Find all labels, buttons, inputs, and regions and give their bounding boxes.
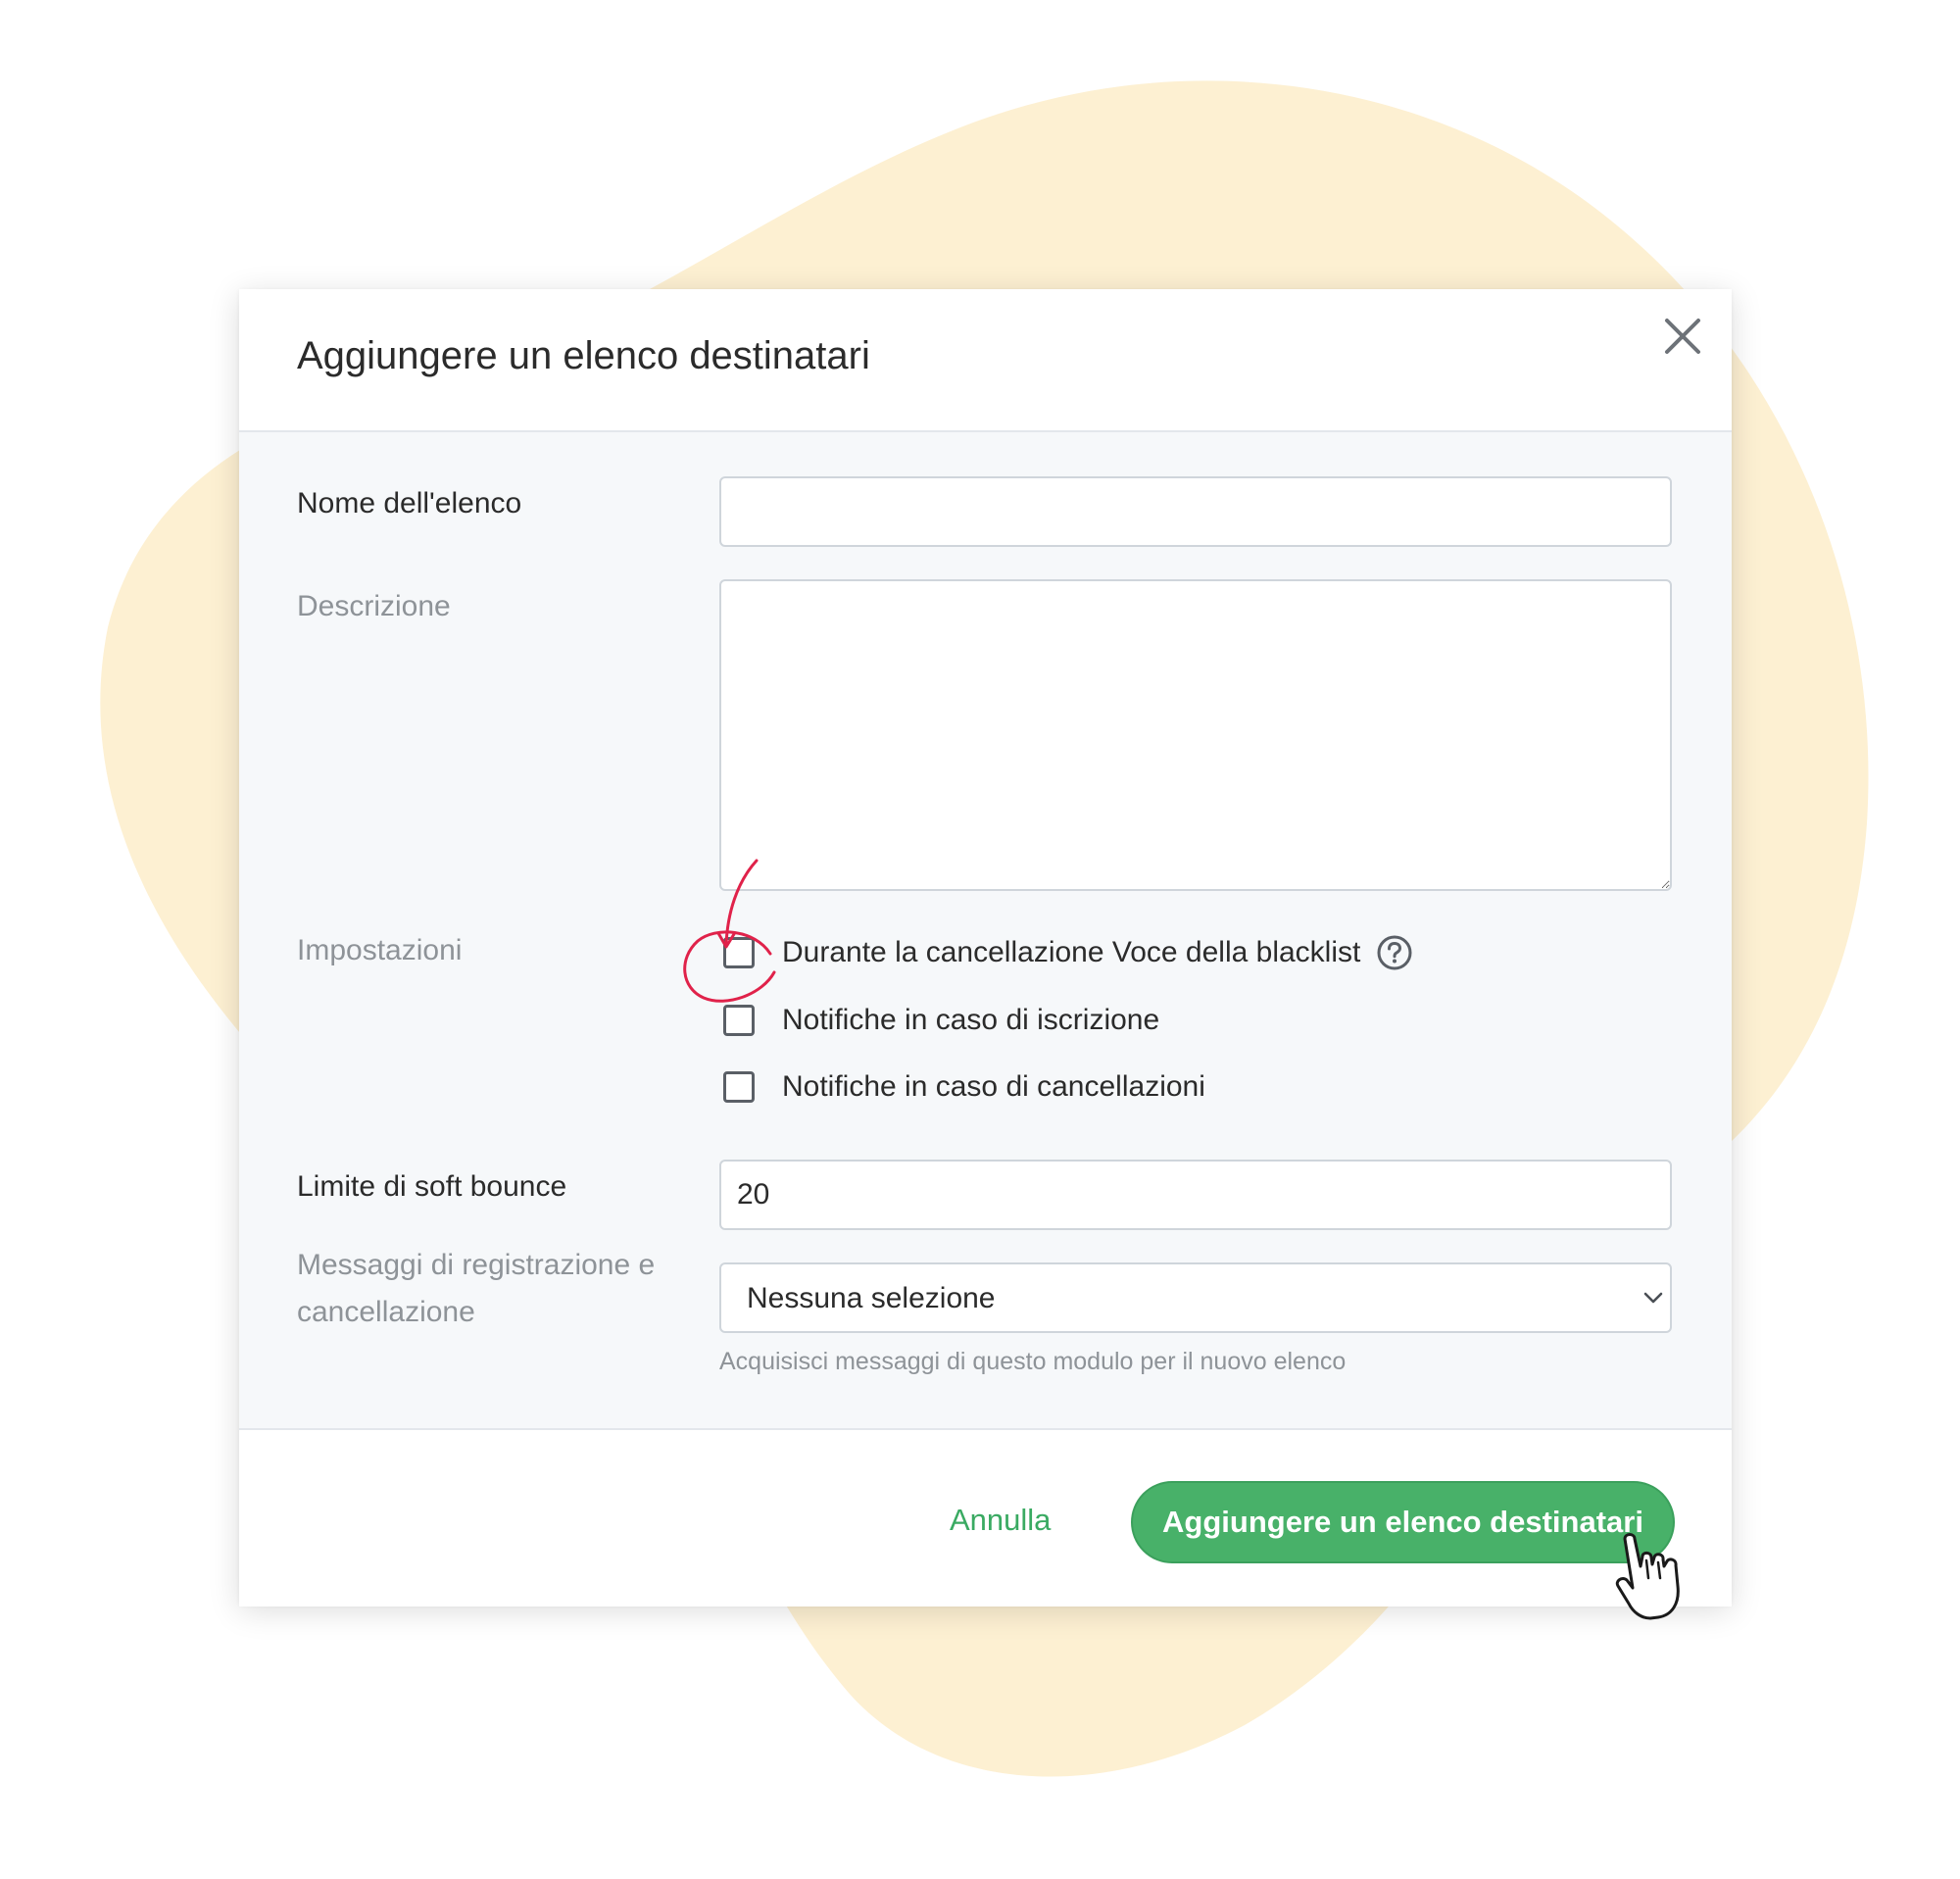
soft-bounce-label: Limite di soft bounce: [297, 1170, 567, 1203]
subscribe-notification-checkbox[interactable]: [723, 1005, 755, 1036]
messages-hint: Acquisisci messaggi di questo modulo per…: [719, 1348, 1347, 1375]
modal-body: Nome dell'elenco Descrizione Impostazion…: [239, 432, 1732, 1428]
subscribe-notification-option[interactable]: Notifiche in caso di iscrizione: [719, 1001, 1159, 1040]
description-textarea[interactable]: [719, 579, 1672, 891]
modal-title: Aggiungere un elenco destinatari: [297, 334, 870, 377]
unsubscribe-notification-label: Notifiche in caso di cancellazioni: [782, 1070, 1205, 1103]
description-label: Descrizione: [297, 590, 451, 622]
blacklist-option-label: Durante la cancellazione Voce della blac…: [782, 936, 1361, 968]
blacklist-checkbox[interactable]: [723, 937, 755, 968]
messages-label: Messaggi di registrazione e cancellazion…: [297, 1249, 656, 1328]
modal-footer: Annulla Aggiungere un elenco destinatari: [239, 1428, 1732, 1607]
add-list-modal: Aggiungere un elenco destinatari Nome de…: [239, 289, 1732, 1607]
modal-header: Aggiungere un elenco destinatari: [239, 289, 1732, 432]
cancel-button[interactable]: Annulla: [950, 1503, 1051, 1538]
unsubscribe-notification-option[interactable]: Notifiche in caso di cancellazioni: [719, 1067, 1205, 1107]
messages-select[interactable]: Nessuna selezione: [719, 1262, 1672, 1333]
add-list-button[interactable]: Aggiungere un elenco destinatari: [1131, 1481, 1675, 1563]
question-circle-icon[interactable]: [1376, 934, 1413, 971]
hand-pointer-icon: [1615, 1533, 1680, 1620]
close-button[interactable]: [1663, 317, 1702, 356]
soft-bounce-input[interactable]: [719, 1160, 1672, 1230]
list-name-input[interactable]: [719, 476, 1672, 547]
close-icon: [1665, 319, 1700, 354]
subscribe-notification-label: Notifiche in caso di iscrizione: [782, 1004, 1160, 1036]
list-name-label: Nome dell'elenco: [297, 487, 522, 519]
unsubscribe-notification-checkbox[interactable]: [723, 1071, 755, 1103]
add-list-button-label: Aggiungere un elenco destinatari: [1162, 1505, 1643, 1539]
blacklist-option[interactable]: Durante la cancellazione Voce della blac…: [719, 933, 1413, 972]
settings-label: Impostazioni: [297, 934, 463, 966]
